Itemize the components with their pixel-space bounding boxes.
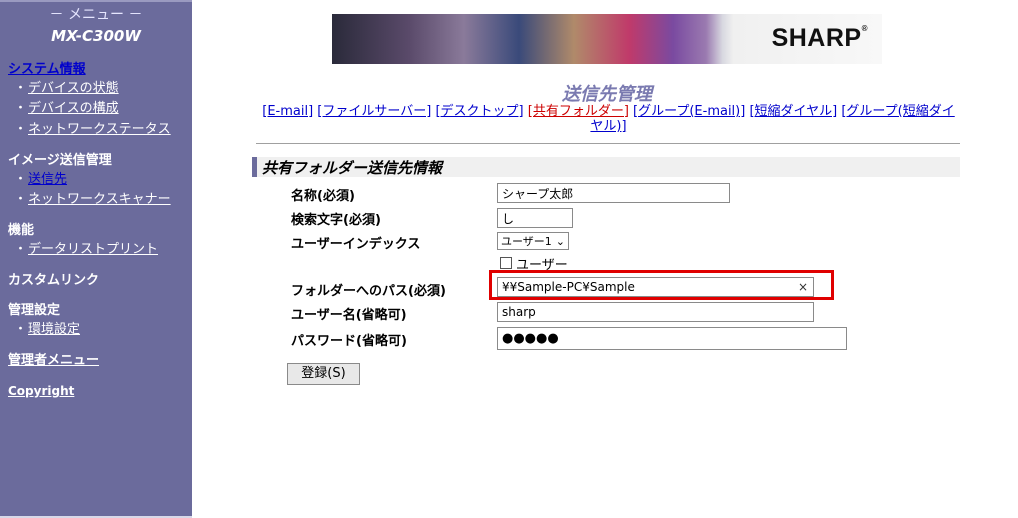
sidebar-item-device-config[interactable]: ・デバイスの構成 [14,97,119,116]
name-input[interactable] [497,183,730,203]
divider [256,143,960,144]
user-index-label: ユーザーインデックス [291,237,421,252]
sidebar: － メニュー － MX-C300W システム情報 ・デバイスの状態 ・デバイスの… [0,0,192,518]
sidebar-item-data-list-print[interactable]: ・データリストプリント [14,238,158,257]
copyright-link[interactable]: Copyright [8,384,74,398]
functions-heading: 機能 [8,223,35,238]
password-input[interactable] [497,327,847,350]
custom-link-heading: カスタムリンク [8,273,100,288]
sidebar-item-destinations[interactable]: ・送信先 [14,168,67,187]
tab-shared-folder[interactable]: [共有フォルダー] [528,104,629,119]
sidebar-item-network-status[interactable]: ・ネットワークステータス [14,118,171,137]
register-button[interactable]: 登録(S) [287,363,360,385]
folder-path-label: フォルダーへのパス(必須) [291,284,446,299]
system-info-link[interactable]: システム情報 [8,58,86,77]
model-name: MX-C300W [51,27,141,45]
admin-settings-heading: 管理設定 [8,303,61,318]
search-char-input[interactable] [497,208,573,228]
tab-email[interactable]: [E-mail] [262,104,313,119]
sidebar-item-device-status[interactable]: ・デバイスの状態 [14,77,119,96]
user-checkbox[interactable] [500,257,512,269]
sharp-logo: SHARP® [771,24,868,52]
tab-group-email[interactable]: [グループ(E-mail)] [633,104,745,119]
username-label: ユーザー名(省略可) [291,308,407,323]
destination-type-nav: [E-mail] [ファイルサーバー] [デスクトップ] [共有フォルダー] [… [256,104,961,134]
sharp-banner: SHARP® [332,14,882,64]
sidebar-item-network-scanner[interactable]: ・ネットワークスキャナー [14,188,171,207]
tab-speed-dial[interactable]: [短縮ダイヤル] [749,104,837,119]
chevron-down-icon: ⌄ [555,234,565,248]
tab-file-server[interactable]: [ファイルサーバー] [317,104,431,119]
admin-menu-link[interactable]: 管理者メニュー [8,349,99,368]
page-title: 送信先管理 [562,84,652,105]
tab-desktop[interactable]: [デスクトップ] [435,104,523,119]
username-input[interactable] [497,302,814,322]
password-label: パスワード(省略可) [291,334,407,349]
sidebar-top-border [0,0,192,2]
folder-path-highlight [489,270,834,300]
section-header-bar [252,157,257,177]
section-title: 共有フォルダー送信先情報 [262,159,443,177]
image-send-heading: イメージ送信管理 [8,153,112,168]
sidebar-item-environment-settings[interactable]: ・環境設定 [14,318,80,337]
menu-title: － メニュー － [49,7,143,23]
name-label: 名称(必須) [291,189,355,204]
user-index-select[interactable]: ユーザー1 ⌄ [497,232,569,250]
search-char-label: 検索文字(必須) [291,213,381,228]
